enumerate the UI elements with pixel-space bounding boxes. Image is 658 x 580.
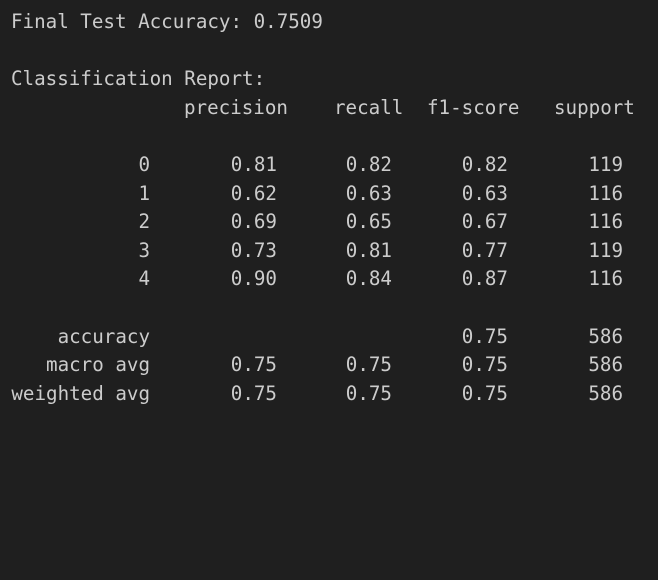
- table-row: 0 0.81 0.82 0.82 119: [11, 151, 651, 180]
- row-label: macro avg: [46, 353, 150, 377]
- support-value: 116: [588, 181, 623, 205]
- precision-value: 0.69: [230, 210, 277, 234]
- support-value: 116: [588, 210, 623, 234]
- recall-value: 0.63: [345, 181, 392, 205]
- support-value: 586: [588, 381, 623, 405]
- recall-value: 0.65: [345, 210, 392, 234]
- f1-value: 0.75: [461, 353, 508, 377]
- f1-value: 0.63: [461, 181, 508, 205]
- summary-row: weighted avg 0.75 0.75 0.75 586: [11, 380, 651, 409]
- header-recall: recall: [334, 95, 404, 119]
- support-value: 586: [588, 353, 623, 377]
- support-value: 119: [588, 152, 623, 176]
- report-title: Classification Report:: [11, 67, 266, 91]
- row-label: 1: [138, 181, 150, 205]
- header-precision: precision: [184, 95, 288, 119]
- f1-value: 0.67: [461, 210, 508, 234]
- support-value: 119: [588, 238, 623, 262]
- row-label: 4: [138, 267, 150, 291]
- summary-row: macro avg 0.75 0.75 0.75 586: [11, 351, 651, 380]
- table-row: 1 0.62 0.63 0.63 116: [11, 180, 651, 209]
- recall-value: 0.75: [345, 353, 392, 377]
- row-label: weighted avg: [11, 381, 150, 405]
- recall-value: 0.75: [345, 381, 392, 405]
- row-label: 2: [138, 210, 150, 234]
- row-label: 0: [138, 152, 150, 176]
- f1-value: 0.82: [461, 152, 508, 176]
- precision-value: 0.62: [230, 181, 277, 205]
- precision-value: 0.75: [230, 381, 277, 405]
- row-label: accuracy: [57, 324, 150, 348]
- table-row: 4 0.90 0.84 0.87 116: [11, 265, 651, 294]
- support-value: 116: [588, 267, 623, 291]
- table-row: 3 0.73 0.81 0.77 119: [11, 237, 651, 266]
- precision-value: 0.90: [230, 267, 277, 291]
- f1-value: 0.77: [461, 238, 508, 262]
- row-label: 3: [138, 238, 150, 262]
- precision-value: 0.75: [230, 353, 277, 377]
- report-header-row: precision recall f1-score support: [11, 94, 651, 123]
- f1-value: 0.87: [461, 267, 508, 291]
- table-row: 2 0.69 0.65 0.67 116: [11, 208, 651, 237]
- recall-value: 0.84: [345, 267, 392, 291]
- terminal-output: Final Test Accuracy: 0.7509 Classificati…: [11, 8, 651, 408]
- recall-value: 0.81: [345, 238, 392, 262]
- final-accuracy-line: Final Test Accuracy: 0.7509: [11, 10, 323, 33]
- header-f1-score: f1-score: [427, 95, 520, 119]
- f1-value: 0.75: [461, 324, 508, 348]
- f1-value: 0.75: [461, 381, 508, 405]
- header-support: support: [554, 95, 635, 119]
- precision-value: 0.73: [230, 238, 277, 262]
- precision-value: 0.81: [230, 152, 277, 176]
- support-value: 586: [588, 324, 623, 348]
- summary-row: accuracy 0.75 586: [11, 323, 651, 352]
- recall-value: 0.82: [345, 152, 392, 176]
